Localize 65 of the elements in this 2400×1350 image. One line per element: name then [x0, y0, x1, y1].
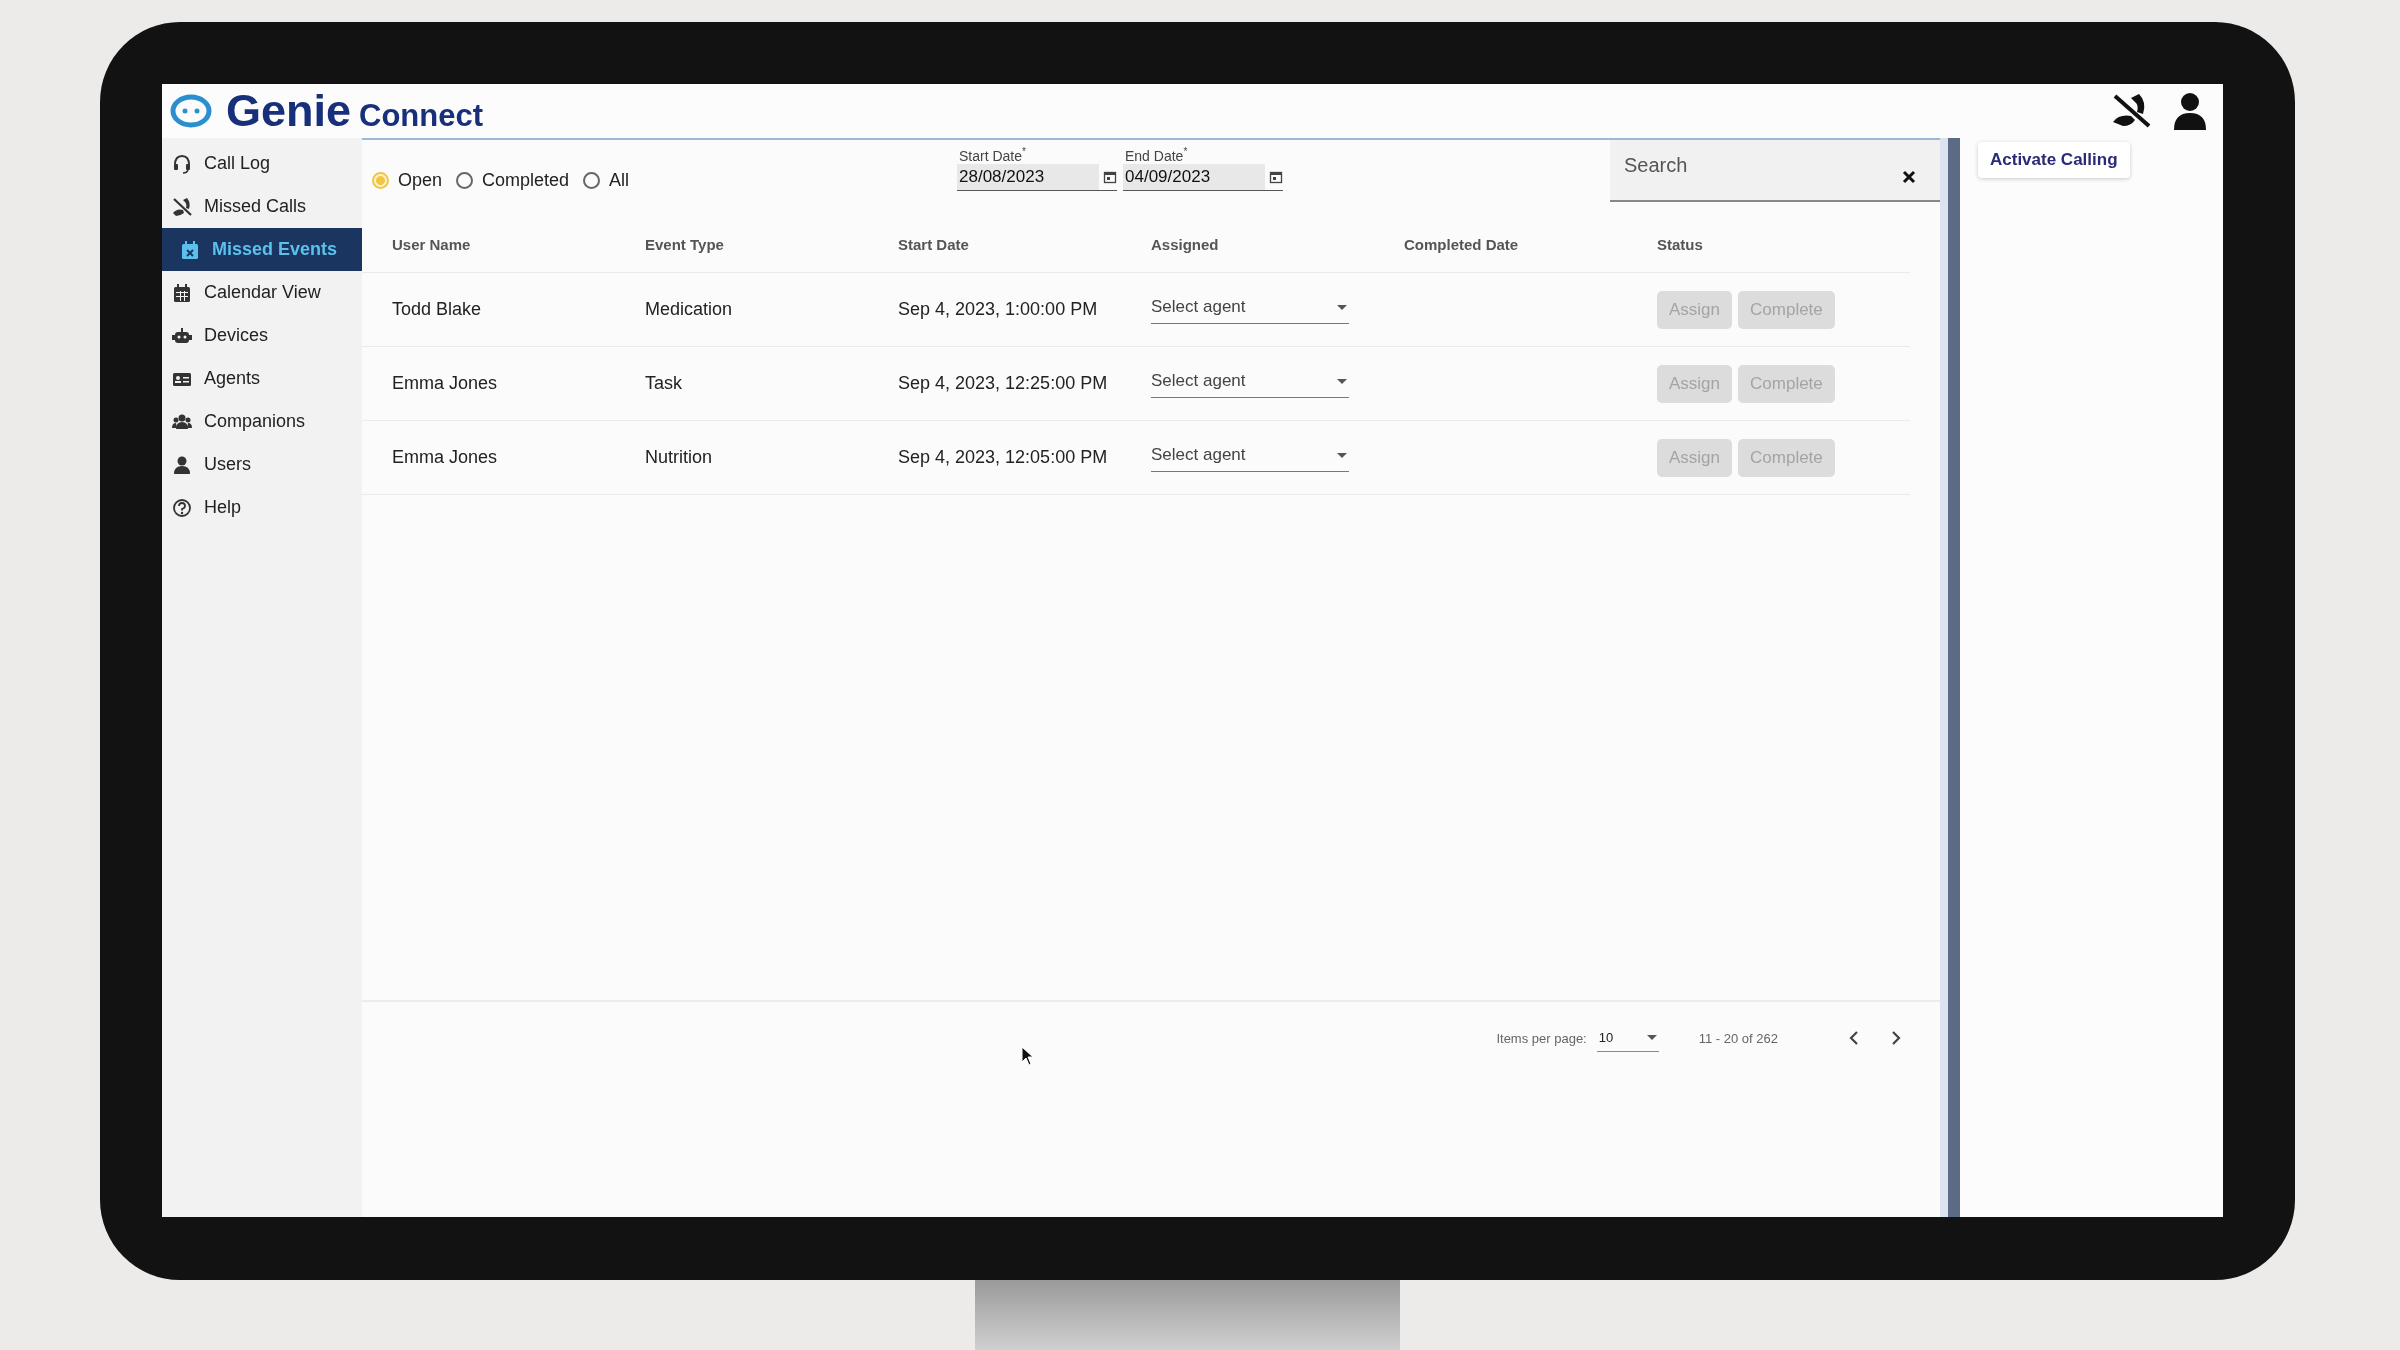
date-value: 04/09/2023 — [1123, 163, 1265, 190]
items-per-page-label: Items per page: — [1496, 1030, 1587, 1046]
column-header: Event Type — [645, 235, 725, 253]
user-icon[interactable] — [2173, 92, 2207, 130]
search-field[interactable]: Search — [1610, 140, 1940, 202]
caret-icon — [1337, 304, 1347, 310]
headset-icon — [172, 153, 192, 174]
radio-option[interactable]: Open — [372, 170, 443, 191]
missed-call-icon — [172, 196, 192, 217]
close-icon[interactable] — [1902, 170, 1916, 184]
radio-option[interactable]: All — [583, 170, 630, 191]
mouse-cursor-icon — [1021, 1046, 1035, 1066]
calendar-icon[interactable] — [1269, 169, 1283, 184]
column-header: Completed Date — [1404, 235, 1520, 253]
previous-page-icon[interactable] — [1848, 1030, 1860, 1046]
radio-button[interactable] — [583, 172, 601, 189]
column-header: Start Date — [898, 235, 970, 253]
logo-icon — [170, 94, 212, 128]
column-header: Status — [1657, 235, 1704, 253]
table-cell-text: Nutrition — [645, 447, 714, 468]
page-size-dropdown[interactable]: 10 — [1596, 1028, 1659, 1052]
date-value: 28/08/2023 — [957, 163, 1099, 190]
sidebar-item[interactable]: Calendar View — [162, 271, 362, 314]
table-cell-text: Sep 4, 2023, 1:00:00 PM — [898, 299, 1099, 320]
field-label: End Date$^{*}$ — [1124, 146, 1189, 164]
table-cell-text: Sep 4, 2023, 12:05:00 PM — [898, 447, 1109, 468]
caret-icon — [1337, 452, 1347, 458]
scrollbar[interactable] — [1940, 138, 1960, 1217]
radio-button[interactable] — [456, 172, 474, 189]
radio-option[interactable]: Completed — [456, 170, 570, 191]
table-cell-text: Sep 4, 2023, 12:25:00 PM — [898, 373, 1109, 394]
agent-dropdown[interactable]: Select agent — [1151, 443, 1349, 472]
agent-dropdown[interactable]: Select agent — [1151, 369, 1349, 398]
caret-icon — [1646, 1035, 1657, 1040]
calendar-icon — [180, 239, 200, 260]
field-label: Start Date$^{*}$ — [958, 146, 1027, 164]
sidebar-item[interactable]: Users — [162, 443, 362, 486]
column-header: Assigned — [1151, 235, 1220, 253]
page-range: 11 - 20 of 262 — [1698, 1030, 1778, 1046]
column-header: User Name — [392, 235, 472, 253]
sidebar-item[interactable]: Agents — [162, 357, 362, 400]
sidebar-item[interactable]: Call Log — [162, 142, 362, 185]
sidebar-item[interactable]: Missed Events — [162, 228, 362, 271]
robot-icon — [172, 325, 192, 346]
sidebar-item[interactable]: Missed Calls — [162, 185, 362, 228]
sidebar-item[interactable]: Devices — [162, 314, 362, 357]
activate-calling-button[interactable]: Activate Calling — [1978, 142, 2130, 178]
help-icon — [172, 497, 192, 518]
table-cell-text: Todd Blake — [392, 299, 483, 320]
table-cell-text: Medication — [645, 299, 734, 320]
caret-icon — [1337, 378, 1347, 384]
date-field[interactable]: Start Date$^{*}$ 28/08/2023 — [957, 146, 1117, 191]
sidebar-item[interactable]: Help — [162, 486, 362, 529]
table-cell-text: Emma Jones — [392, 447, 499, 468]
agent-dropdown[interactable]: Select agent — [1151, 295, 1349, 324]
next-page-icon[interactable] — [1890, 1030, 1902, 1046]
logo-subtitle: Connect — [359, 98, 484, 134]
sidebar-item[interactable]: Companions — [162, 400, 362, 443]
table-cell-text: Emma Jones — [392, 373, 499, 394]
user-icon — [172, 454, 192, 475]
calendar-icon — [172, 282, 192, 303]
calendar-icon[interactable] — [1103, 169, 1117, 184]
table-cell-text: Task — [645, 373, 683, 394]
date-field[interactable]: End Date$^{*}$ 04/09/2023 — [1123, 146, 1283, 191]
logo-title: Genie — [226, 85, 352, 137]
